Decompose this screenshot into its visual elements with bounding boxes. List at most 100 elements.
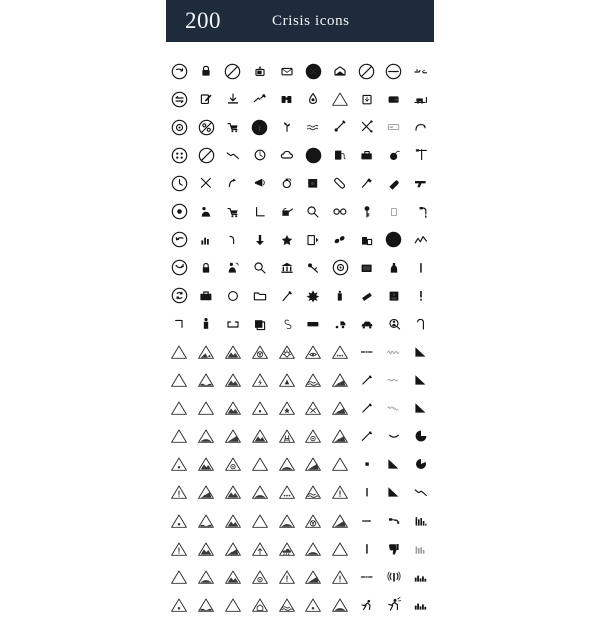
pistol-icon[interactable] [407,169,434,197]
credit-card-icon[interactable] [300,310,327,338]
warning-triangle-exclaim-icon[interactable] [273,563,300,591]
running-person-icon[interactable] [380,591,407,619]
wave-squiggle-icon[interactable] [380,394,407,422]
hook-icon[interactable] [407,113,434,141]
warning-triangle-dots-icon[interactable] [327,338,354,366]
folder-icon[interactable] [246,282,273,310]
warning-triangle-radiation-icon[interactable] [300,507,327,535]
warning-triangle-dot-icon[interactable] [300,591,327,619]
arrow-bend-icon[interactable] [220,169,247,197]
wilted-plant-icon[interactable] [273,113,300,141]
warning-triangle-ladder-icon[interactable] [273,422,300,450]
circle-outline-icon[interactable] [220,282,247,310]
scissors-cut-icon[interactable] [354,113,381,141]
circle-arrow-left-icon[interactable] [166,226,193,254]
wallet-icon[interactable] [380,85,407,113]
money-circle-icon[interactable] [300,141,327,169]
warning-triangle-wave-icon[interactable] [273,591,300,619]
warning-triangle-star-icon[interactable] [273,394,300,422]
warning-triangle-icon[interactable] [246,507,273,535]
warning-triangle-circle-icon[interactable] [300,422,327,450]
dash-short-icon[interactable] [354,507,381,535]
square-block-icon[interactable] [354,450,381,478]
key-icon[interactable] [354,197,381,225]
wrench-icon[interactable] [327,169,354,197]
hook-curve-icon[interactable] [220,226,247,254]
currency-icon[interactable] [273,310,300,338]
city-skyline-icon[interactable] [407,591,434,619]
toolbox-icon[interactable] [354,141,381,169]
declining-bar-icon[interactable] [407,394,434,422]
eraser-icon[interactable] [354,282,381,310]
warning-triangle-mountain-icon[interactable] [220,563,247,591]
circle-dots-icon[interactable] [166,141,193,169]
building-damage-icon[interactable] [354,226,381,254]
warning-triangle-slide-icon[interactable] [220,535,247,563]
warning-triangle-hill-icon[interactable] [246,478,273,506]
bar-chart-tall-icon[interactable] [407,507,434,535]
lock-icon[interactable] [193,57,220,85]
key-small-icon[interactable] [300,254,327,282]
warning-triangle-mountain-icon[interactable] [220,394,247,422]
corner-icon[interactable] [246,197,273,225]
runner-icon[interactable] [354,591,381,619]
card-icon[interactable] [380,113,407,141]
city-skyline-icon[interactable] [407,563,434,591]
ban-circle-icon[interactable] [380,226,407,254]
gas-pump-icon[interactable] [327,141,354,169]
trash-bin-icon[interactable] [354,85,381,113]
person-magnifier-icon[interactable] [380,310,407,338]
circle-recycle-icon[interactable] [166,282,193,310]
document-edit-icon[interactable] [193,85,220,113]
broken-cart-icon[interactable] [220,113,247,141]
explosion-icon[interactable] [300,282,327,310]
megaphone-icon[interactable] [246,169,273,197]
car-crash-icon[interactable] [354,310,381,338]
declining-bar-icon[interactable] [380,450,407,478]
warning-triangle-mountain-icon[interactable] [193,450,220,478]
warning-triangle-slide-icon[interactable] [327,422,354,450]
warning-triangle-circle-icon[interactable] [220,450,247,478]
circle-slash-icon[interactable] [354,57,381,85]
no-entry-icon[interactable] [193,141,220,169]
person-alert-icon[interactable] [220,254,247,282]
warning-triangle-slide-icon[interactable] [327,366,354,394]
antenna-icon[interactable] [380,563,407,591]
briefcase-icon[interactable] [193,282,220,310]
stacked-papers-icon[interactable] [246,310,273,338]
warning-triangle-exclaim-icon[interactable] [166,535,193,563]
wave-flat-icon[interactable] [380,366,407,394]
warning-triangle-hill-icon[interactable] [300,535,327,563]
circle-target-icon[interactable] [166,113,193,141]
id-card-icon[interactable] [380,282,407,310]
warning-triangle-icon[interactable] [327,450,354,478]
warning-triangle-storm-icon[interactable] [246,366,273,394]
envelope-icon[interactable] [273,57,300,85]
warning-triangle-cross-icon[interactable] [300,394,327,422]
bar-chart-icon[interactable] [193,226,220,254]
warning-triangle-hazard-icon[interactable] [273,366,300,394]
warning-triangle-mountain-icon[interactable] [220,478,247,506]
warning-triangle-house-icon[interactable] [246,591,273,619]
warning-triangle-flood-icon[interactable] [193,507,220,535]
warning-triangle-icon[interactable] [327,85,354,113]
dash-line-icon[interactable] [354,563,381,591]
shopping-cart-broken-icon[interactable] [220,197,247,225]
warning-triangle-mountain-icon[interactable] [220,507,247,535]
magnifier-icon[interactable] [300,197,327,225]
bracket-box-icon[interactable] [220,310,247,338]
warning-triangle-dot-icon[interactable] [166,591,193,619]
declining-bar-icon[interactable] [407,366,434,394]
bar-single-icon[interactable] [407,254,434,282]
thermometer-thin-icon[interactable] [354,394,381,422]
download-icon[interactable] [220,85,247,113]
warning-triangle-mountain-icon[interactable] [246,422,273,450]
exit-door-icon[interactable] [300,226,327,254]
warning-triangle-exclaim-icon[interactable] [327,563,354,591]
prohibition-icon[interactable] [220,57,247,85]
handcuffs-icon[interactable] [327,197,354,225]
line-chart-icon[interactable] [407,226,434,254]
warning-triangle-exclaim-icon[interactable] [166,478,193,506]
wave-lines-icon[interactable] [300,113,327,141]
oil-drop-icon[interactable] [300,85,327,113]
